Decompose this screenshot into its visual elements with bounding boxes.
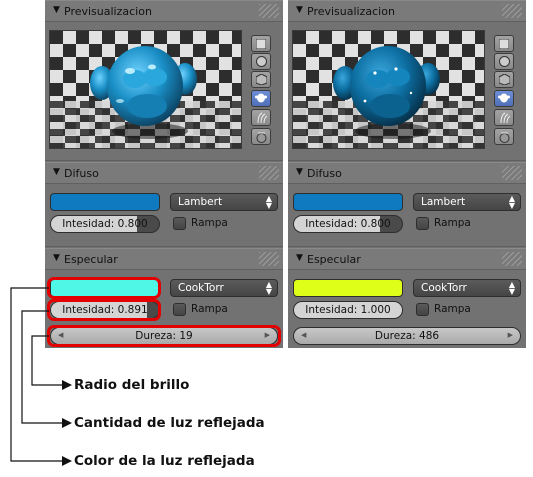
annotation-hardness-label: Radio del brillo bbox=[74, 377, 190, 393]
annotation-color-label: Color de la luz reflejada bbox=[74, 453, 255, 469]
annotation-intensity-label: Cantidad de luz reflejada bbox=[74, 415, 265, 431]
annotation-connectors bbox=[10, 287, 72, 466]
